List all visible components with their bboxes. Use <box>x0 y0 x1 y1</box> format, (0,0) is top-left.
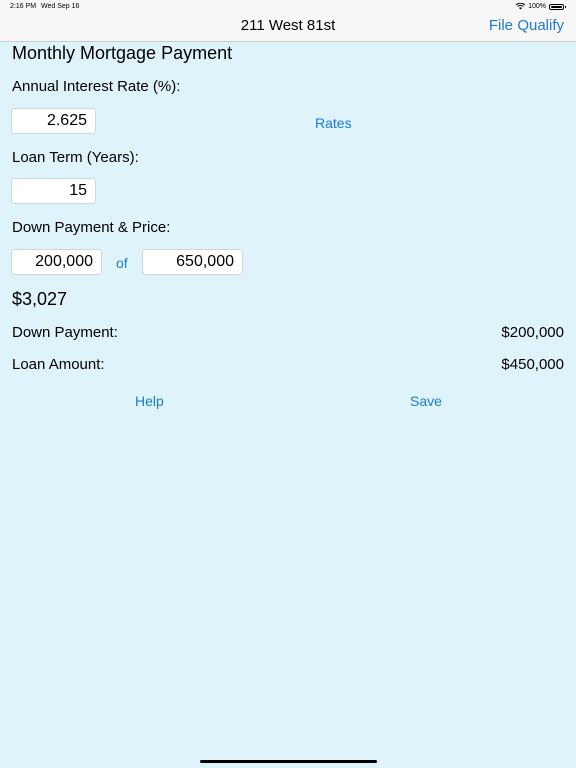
navigation-bar: 211 West 81st File Qualify <box>0 14 576 42</box>
down-payment-price-label: Down Payment & Price: <box>12 219 171 236</box>
down-payment-value: $200,000 <box>501 324 564 341</box>
loan-term-input[interactable]: 15 <box>11 178 96 204</box>
status-time: 2:16 PM <box>10 3 37 10</box>
status-indicators: 100% <box>516 3 566 10</box>
loan-amount-value: $450,000 <box>501 356 564 373</box>
status-date: Wed Sep 16 <box>41 3 80 10</box>
price-input[interactable]: 650,000 <box>142 249 243 275</box>
section-title: Monthly Mortgage Payment <box>12 43 233 63</box>
monthly-payment-value: $3,027 <box>12 289 68 309</box>
help-button[interactable]: Help <box>135 393 164 409</box>
battery-icon <box>549 3 566 10</box>
file-button[interactable]: File <box>489 17 513 34</box>
save-button[interactable]: Save <box>410 393 442 409</box>
loan-amount-label: Loan Amount: <box>12 356 105 373</box>
qualify-button[interactable]: Qualify <box>517 17 564 34</box>
interest-rate-input[interactable]: 2.625 <box>11 108 96 134</box>
down-payment-input[interactable]: 200,000 <box>11 249 102 275</box>
wifi-icon <box>516 3 526 10</box>
interest-rate-label: Annual Interest Rate (%): <box>12 78 181 95</box>
rates-button[interactable]: Rates <box>315 115 352 131</box>
home-indicator[interactable] <box>200 760 377 763</box>
of-label: of <box>116 255 128 271</box>
loan-term-label: Loan Term (Years): <box>12 149 139 166</box>
down-payment-label: Down Payment: <box>12 324 118 341</box>
battery-percentage: 100% <box>528 3 546 10</box>
status-bar: 2:16 PM Wed Sep 16 100% <box>0 0 576 14</box>
